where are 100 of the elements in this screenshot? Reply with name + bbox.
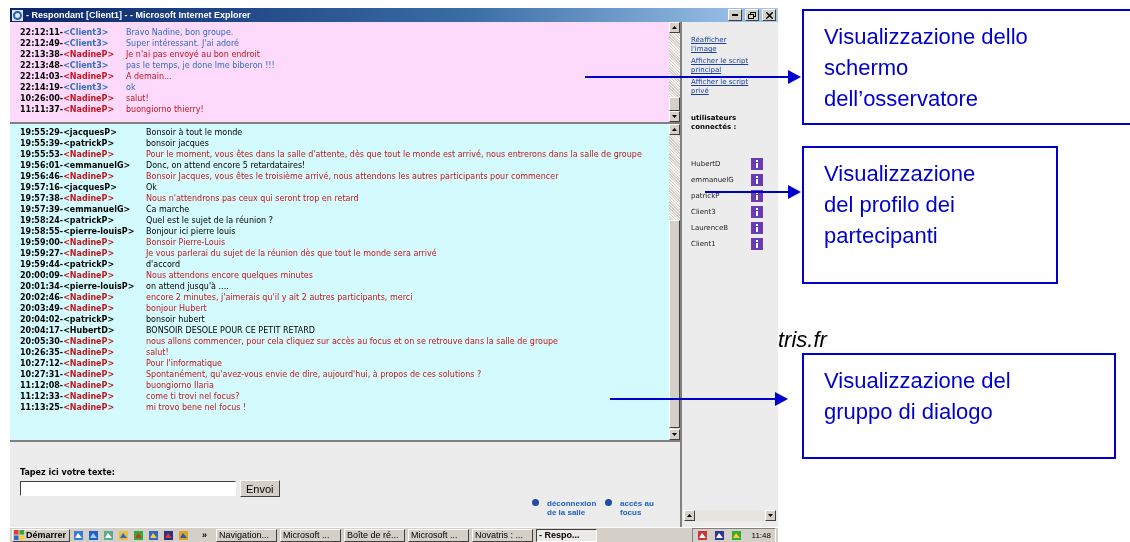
down-arrow-icon: [672, 433, 677, 436]
more-button[interactable]: »: [202, 530, 208, 540]
room-link[interactable]: accés au focus: [620, 499, 656, 517]
message-text: on attend jusqu'à ....: [146, 281, 229, 292]
scroll-down-button[interactable]: [669, 429, 680, 440]
speaker-name: <NadineP>: [63, 370, 115, 379]
timestamp: 22:13:48-: [20, 61, 64, 70]
room-link[interactable]: déconnexion de la salle: [547, 499, 597, 517]
taskbar-button[interactable]: Microsoft ...: [408, 528, 470, 542]
timestamp: 20:01:34-: [20, 282, 64, 291]
info-icon[interactable]: [751, 174, 763, 186]
close-icon: [765, 11, 773, 19]
message-text: Bonsoir Jacques, vous êtes le troisième arrivé, nous attendons les autres participants pour commencer: [146, 171, 559, 182]
speaker-name: <NadineP>: [63, 72, 115, 81]
app-icon[interactable]: [163, 529, 175, 541]
info-icon[interactable]: [751, 206, 763, 218]
message-text: Ok: [146, 182, 157, 193]
send-button[interactable]: Envoi: [240, 480, 280, 497]
message-text: d'accord: [146, 259, 181, 270]
message-text: Bonsoir à tout le monde: [146, 127, 243, 138]
timestamp: 20:04:02-: [20, 315, 64, 324]
scroll-up-button[interactable]: [669, 124, 680, 135]
message-text: Super intéressant. J'ai adoré: [126, 38, 240, 49]
timestamp: 20:05:30-: [20, 337, 64, 346]
close-button[interactable]: [762, 9, 776, 21]
info-icon[interactable]: [751, 222, 763, 234]
message-text: bonjour Hubert: [146, 303, 207, 314]
timestamp: 19:55:29-: [20, 128, 64, 137]
scrollbar[interactable]: [684, 510, 776, 521]
speaker-name: <patrickP>: [63, 260, 115, 269]
app-icon[interactable]: [178, 529, 190, 541]
scroll-thumb[interactable]: [669, 97, 680, 111]
timestamp: 19:55:53-: [20, 150, 64, 159]
speaker-name: <NadineP>: [63, 293, 115, 302]
message-text: nous allons commencer, pour cela cliquez sur accès au focus et on se retrouve dans la salle de groupe: [146, 336, 558, 347]
app-icon[interactable]: [696, 529, 708, 541]
speaker-name: <NadineP>: [63, 304, 115, 313]
up-arrow-icon: [672, 128, 677, 131]
message-text: Nous attendons encore quelques minutes: [146, 270, 313, 281]
windows-logo-icon: [14, 530, 24, 540]
message-text: come ti trovi nel focus?: [146, 391, 240, 402]
message-input[interactable]: [20, 481, 236, 496]
scroll-left-button[interactable]: [684, 510, 695, 521]
scroll-down-button[interactable]: [669, 111, 680, 122]
speaker-name: <Client3>: [63, 28, 109, 37]
speaker-name: <NadineP>: [63, 381, 115, 390]
speaker-name: <NadineP>: [63, 359, 115, 368]
speaker-name: <NadineP>: [63, 50, 115, 59]
message-text: pas le temps, je done lme biberon !!!: [126, 60, 275, 71]
speaker-name: <jacquesP>: [63, 128, 117, 137]
info-icon[interactable]: [751, 238, 763, 250]
speaker-name: <NadineP>: [63, 105, 115, 114]
up-arrow-icon: [672, 26, 677, 29]
message-text: buongiorno thierry!: [126, 104, 204, 115]
app-icon[interactable]: [73, 529, 85, 541]
scrollbar[interactable]: [669, 22, 680, 122]
speaker-name: <NadineP>: [63, 194, 115, 203]
taskbar-button[interactable]: Navigation...: [216, 528, 278, 542]
speaker-name: <NadineP>: [63, 238, 115, 247]
slide-text: tris.fr: [778, 328, 827, 352]
timestamp: 20:03:49-: [20, 304, 64, 313]
scroll-thumb[interactable]: [669, 220, 680, 428]
scroll-right-button[interactable]: [765, 510, 776, 521]
restore-button[interactable]: [745, 9, 759, 21]
taskbar-button[interactable]: Boîte de ré...: [344, 528, 406, 542]
scrollbar[interactable]: [669, 124, 680, 440]
bullet-icon: [605, 499, 612, 506]
speaker-name: <NadineP>: [63, 150, 115, 159]
timestamp: 10:27:31-: [20, 370, 64, 379]
app-icon[interactable]: [713, 529, 725, 541]
timestamp: 11:13:25-: [20, 403, 64, 412]
start-button[interactable]: Démarrer: [12, 528, 71, 542]
speaker-name: <NadineP>: [63, 271, 115, 280]
minimize-button[interactable]: [728, 9, 742, 21]
minimize-icon: [732, 14, 738, 16]
message-text: buongiorno Ilaria: [146, 380, 214, 391]
speaker-name: <jacquesP>: [63, 183, 117, 192]
message-text: ok: [126, 82, 136, 93]
speaker-name: <NadineP>: [63, 403, 115, 412]
clock: 11:48: [751, 530, 771, 540]
scroll-up-button[interactable]: [669, 22, 680, 33]
taskbar-button[interactable]: - Respo...: [536, 528, 598, 542]
message-text: Donc, on attend encore 5 retardataires!: [146, 160, 306, 171]
info-icon[interactable]: [751, 158, 763, 170]
speaker-name: <patrickP>: [63, 216, 115, 225]
message-text: Pour l'informatique: [146, 358, 223, 369]
message-text: Ca marche: [146, 204, 190, 215]
taskbar-button[interactable]: Novatris : ...: [472, 528, 534, 542]
speaker-name: <NadineP>: [63, 249, 115, 258]
callout-text: Visualizzazione del gruppo di dialogo: [824, 367, 1012, 426]
speaker-name: <HubertD>: [63, 326, 115, 335]
left-arrow-icon: [687, 514, 692, 517]
timestamp: 19:59:27-: [20, 249, 64, 258]
speaker-name: <patrickP>: [63, 315, 115, 324]
taskbar-button[interactable]: Microsoft ...: [280, 528, 342, 542]
timestamp: 19:58:55-: [20, 227, 64, 236]
message-text: bonsoir jacques: [146, 138, 209, 149]
timestamp: 19:59:44-: [20, 260, 64, 269]
message-text: Bonsoir Pierre-Louis: [146, 237, 226, 248]
speaker-name: <NadineP>: [63, 392, 115, 401]
